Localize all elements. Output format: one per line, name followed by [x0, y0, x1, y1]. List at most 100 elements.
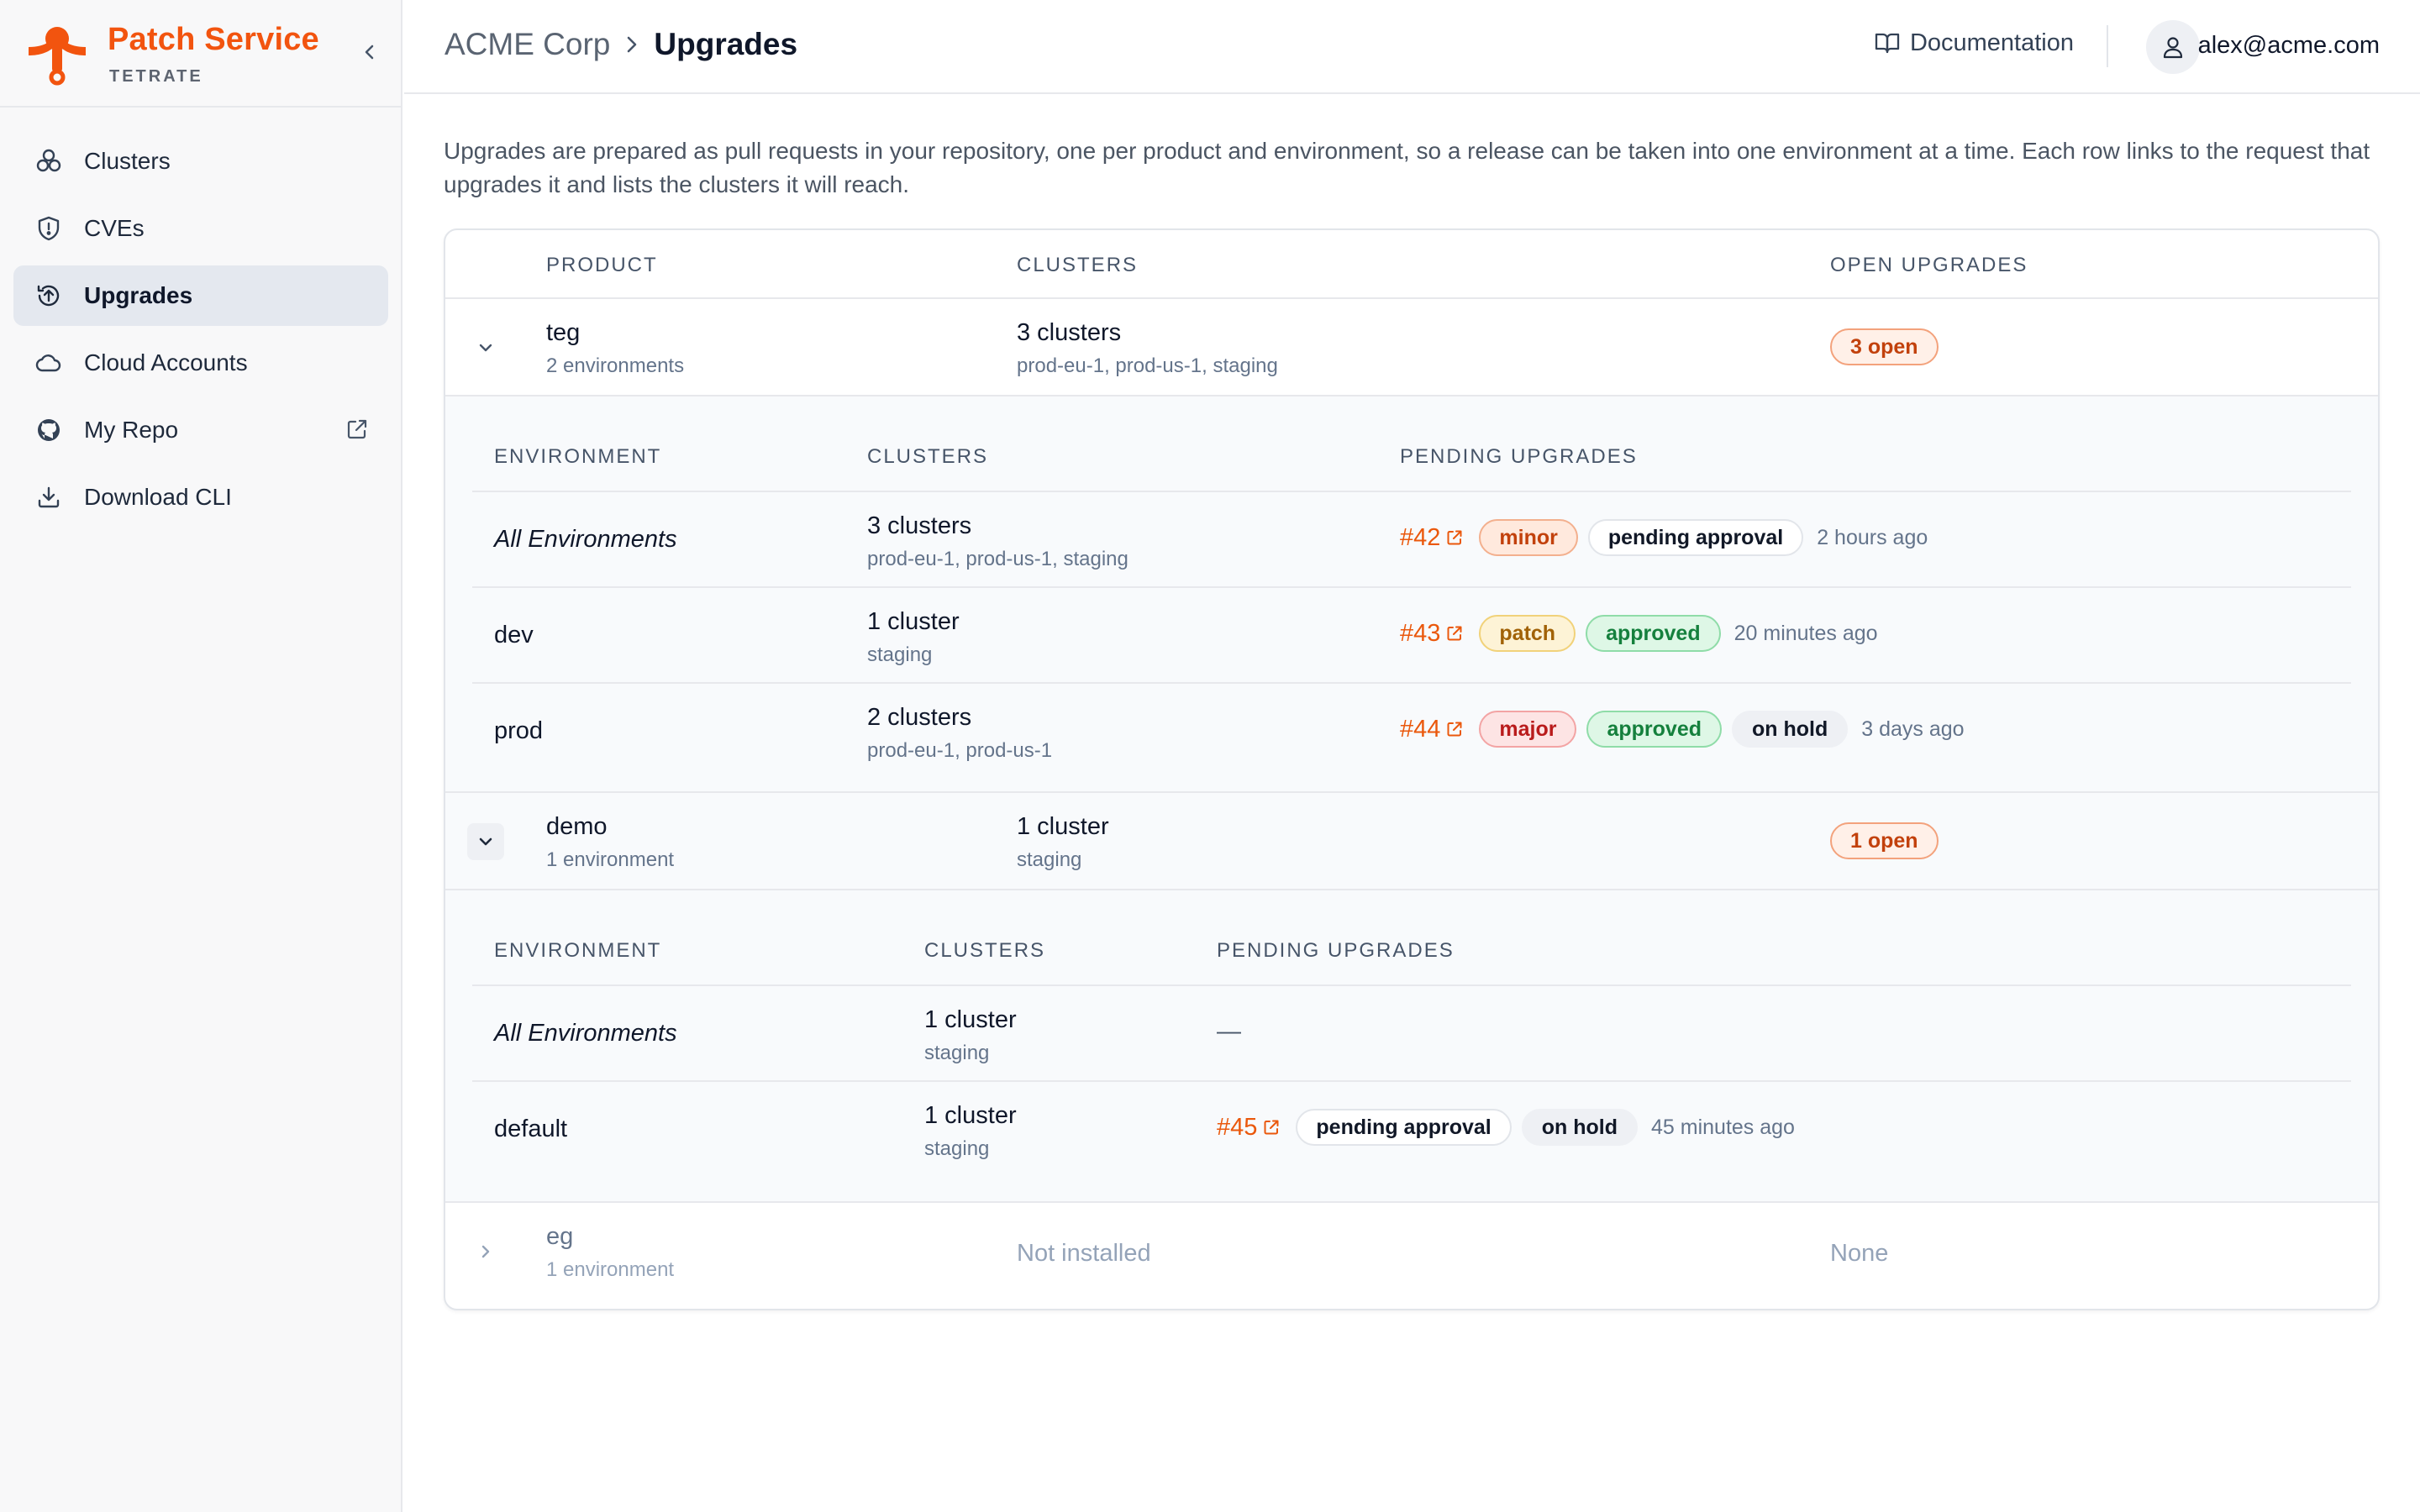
clusters-icon	[34, 146, 64, 176]
environment-table: ENVIRONMENT CLUSTERS PENDING UPGRADES Al…	[472, 396, 2351, 795]
book-icon	[1875, 33, 1900, 54]
column-header-open-upgrades: OPEN UPGRADES	[1830, 254, 2028, 276]
open-upgrades-cell: 1 open	[1830, 822, 1939, 859]
pr-number: #42	[1400, 523, 1441, 551]
open-upgrades-value: None	[1830, 1240, 1889, 1267]
collapse-row-button[interactable]	[467, 823, 504, 860]
status-badge: 1 open	[1830, 822, 1939, 859]
table-header: PRODUCT CLUSTERS OPEN UPGRADES	[445, 230, 2378, 299]
sidebar-item-label: Cloud Accounts	[84, 349, 248, 375]
cluster-status: Not installed	[1017, 1240, 1151, 1267]
header-divider	[2107, 25, 2108, 67]
pull-request-link[interactable]: #45	[1217, 1114, 1281, 1142]
environment-name: dev	[494, 622, 534, 648]
product-env-count: 2 environments	[546, 354, 685, 377]
status-badge: pending approval	[1587, 519, 1804, 556]
severity-badge: minor	[1479, 519, 1578, 556]
collapse-sidebar-button[interactable]	[355, 37, 385, 67]
product-name: eg	[546, 1223, 574, 1250]
sidebar-item-label: Download CLI	[84, 484, 232, 510]
page-description: Upgrades are prepared as pull requests i…	[444, 138, 2370, 197]
sidebar-item-clusters[interactable]: Clusters	[13, 131, 388, 192]
sidebar-nav: Clusters CVEs Upgrades Cloud Accounts My…	[13, 131, 388, 534]
pull-request-link[interactable]: #42	[1400, 524, 1464, 552]
cluster-count: 3 clusters	[1017, 319, 1122, 346]
column-header-clusters: CLUSTERS	[867, 445, 989, 468]
column-header-pending-upgrades: PENDING UPGRADES	[1400, 445, 1638, 468]
timestamp: 20 minutes ago	[1733, 621, 1878, 645]
external-link-icon	[347, 419, 367, 439]
sidebar-item-my-repo[interactable]: My Repo	[13, 400, 388, 460]
sidebar: Patch Service TETRATE Clusters CVEs Upgr…	[0, 0, 402, 1512]
product-row-teg[interactable]: teg 2 environments 3 clusters prod-eu-1,…	[445, 299, 2378, 395]
sidebar-item-upgrades[interactable]: Upgrades	[13, 265, 388, 326]
github-icon	[34, 415, 64, 445]
external-link-icon	[1447, 530, 1462, 545]
environment-table: ENVIRONMENT CLUSTERS PENDING UPGRADES Al…	[472, 890, 2351, 1205]
cluster-count: 2 clusters	[867, 704, 972, 731]
cluster-list: staging	[924, 1042, 990, 1064]
brand: Patch Service TETRATE	[0, 0, 401, 108]
timestamp: 45 minutes ago	[1651, 1115, 1795, 1139]
pull-request-link[interactable]: #44	[1400, 716, 1464, 743]
product-row-eg[interactable]: eg 1 environment Not installed None	[445, 1203, 2378, 1299]
user-icon	[2163, 37, 2183, 59]
product-detail-teg: ENVIRONMENT CLUSTERS PENDING UPGRADES Al…	[445, 395, 2378, 793]
environment-name: All Environments	[494, 526, 677, 553]
sidebar-item-cves[interactable]: CVEs	[13, 198, 388, 259]
upgrade-icon	[34, 281, 64, 311]
product-name: teg	[546, 319, 581, 346]
column-header-product: PRODUCT	[546, 254, 658, 276]
product-row-demo[interactable]: demo 1 environment 1 cluster staging 1 o…	[445, 793, 2378, 889]
status-badge: 3 open	[1830, 328, 1939, 365]
breadcrumb-org-link[interactable]: ACME Corp	[445, 27, 610, 62]
download-icon	[34, 482, 64, 512]
divider	[472, 586, 2351, 588]
environment-name: default	[494, 1116, 568, 1142]
column-header-clusters: CLUSTERS	[924, 939, 1046, 962]
open-upgrades-cell: 3 open	[1830, 328, 1939, 365]
status-badge: approved	[1586, 711, 1723, 748]
chevron-down-icon	[479, 837, 492, 846]
status-badge: pending approval	[1296, 1109, 1512, 1146]
top-header: ACME Corp Upgrades Documentation alex@ac…	[404, 0, 2420, 94]
sidebar-item-download-cli[interactable]: Download CLI	[13, 467, 388, 528]
pull-request-link[interactable]: #43	[1400, 620, 1464, 648]
cluster-list: prod-eu-1, prod-us-1, staging	[867, 548, 1128, 570]
expand-row-button[interactable]	[467, 1233, 504, 1270]
divider	[472, 491, 2351, 492]
pending-upgrade: #42 minor pending approval 2 hours ago	[1400, 519, 1928, 556]
pending-upgrade: #43 patch approved 20 minutes ago	[1400, 615, 1878, 652]
chevron-right-icon	[481, 1245, 490, 1258]
sidebar-item-label: Clusters	[84, 148, 171, 174]
cloud-icon	[34, 348, 64, 378]
chevron-right-icon	[623, 34, 640, 55]
pr-number: #43	[1400, 619, 1441, 647]
avatar[interactable]	[2146, 20, 2200, 74]
brand-subtitle: TETRATE	[109, 67, 203, 86]
divider	[472, 682, 2351, 684]
tetrate-logo-icon	[29, 27, 86, 86]
user-email[interactable]: alex@acme.com	[2198, 32, 2380, 60]
brand-name: Patch Service	[108, 22, 319, 57]
sidebar-item-cloud-accounts[interactable]: Cloud Accounts	[13, 333, 388, 393]
timestamp: 3 days ago	[1861, 717, 1965, 741]
collapse-row-button[interactable]	[467, 329, 504, 366]
external-link-icon	[1264, 1120, 1279, 1135]
documentation-label: Documentation	[1909, 29, 2074, 56]
cluster-count: 1 cluster	[924, 1102, 1017, 1129]
pending-upgrade: #45 pending approval on hold 45 minutes …	[1217, 1109, 1795, 1146]
cluster-list: staging	[867, 643, 933, 666]
chevron-left-icon	[365, 45, 374, 60]
shield-icon	[34, 213, 64, 244]
product-detail-demo: ENVIRONMENT CLUSTERS PENDING UPGRADES Al…	[445, 889, 2378, 1203]
chevron-down-icon	[479, 344, 492, 352]
breadcrumb: ACME Corp Upgrades	[445, 27, 797, 62]
documentation-link[interactable]: Documentation	[1873, 29, 2074, 57]
upgrades-table: PRODUCT CLUSTERS OPEN UPGRADES teg 2 env…	[444, 228, 2380, 1310]
product-env-count: 1 environment	[546, 848, 675, 871]
column-header-environment: ENVIRONMENT	[494, 445, 662, 468]
pending-upgrade: #44 major approved on hold 3 days ago	[1400, 711, 1965, 748]
cluster-count: 1 cluster	[1017, 813, 1109, 840]
sidebar-item-label: My Repo	[84, 417, 179, 443]
